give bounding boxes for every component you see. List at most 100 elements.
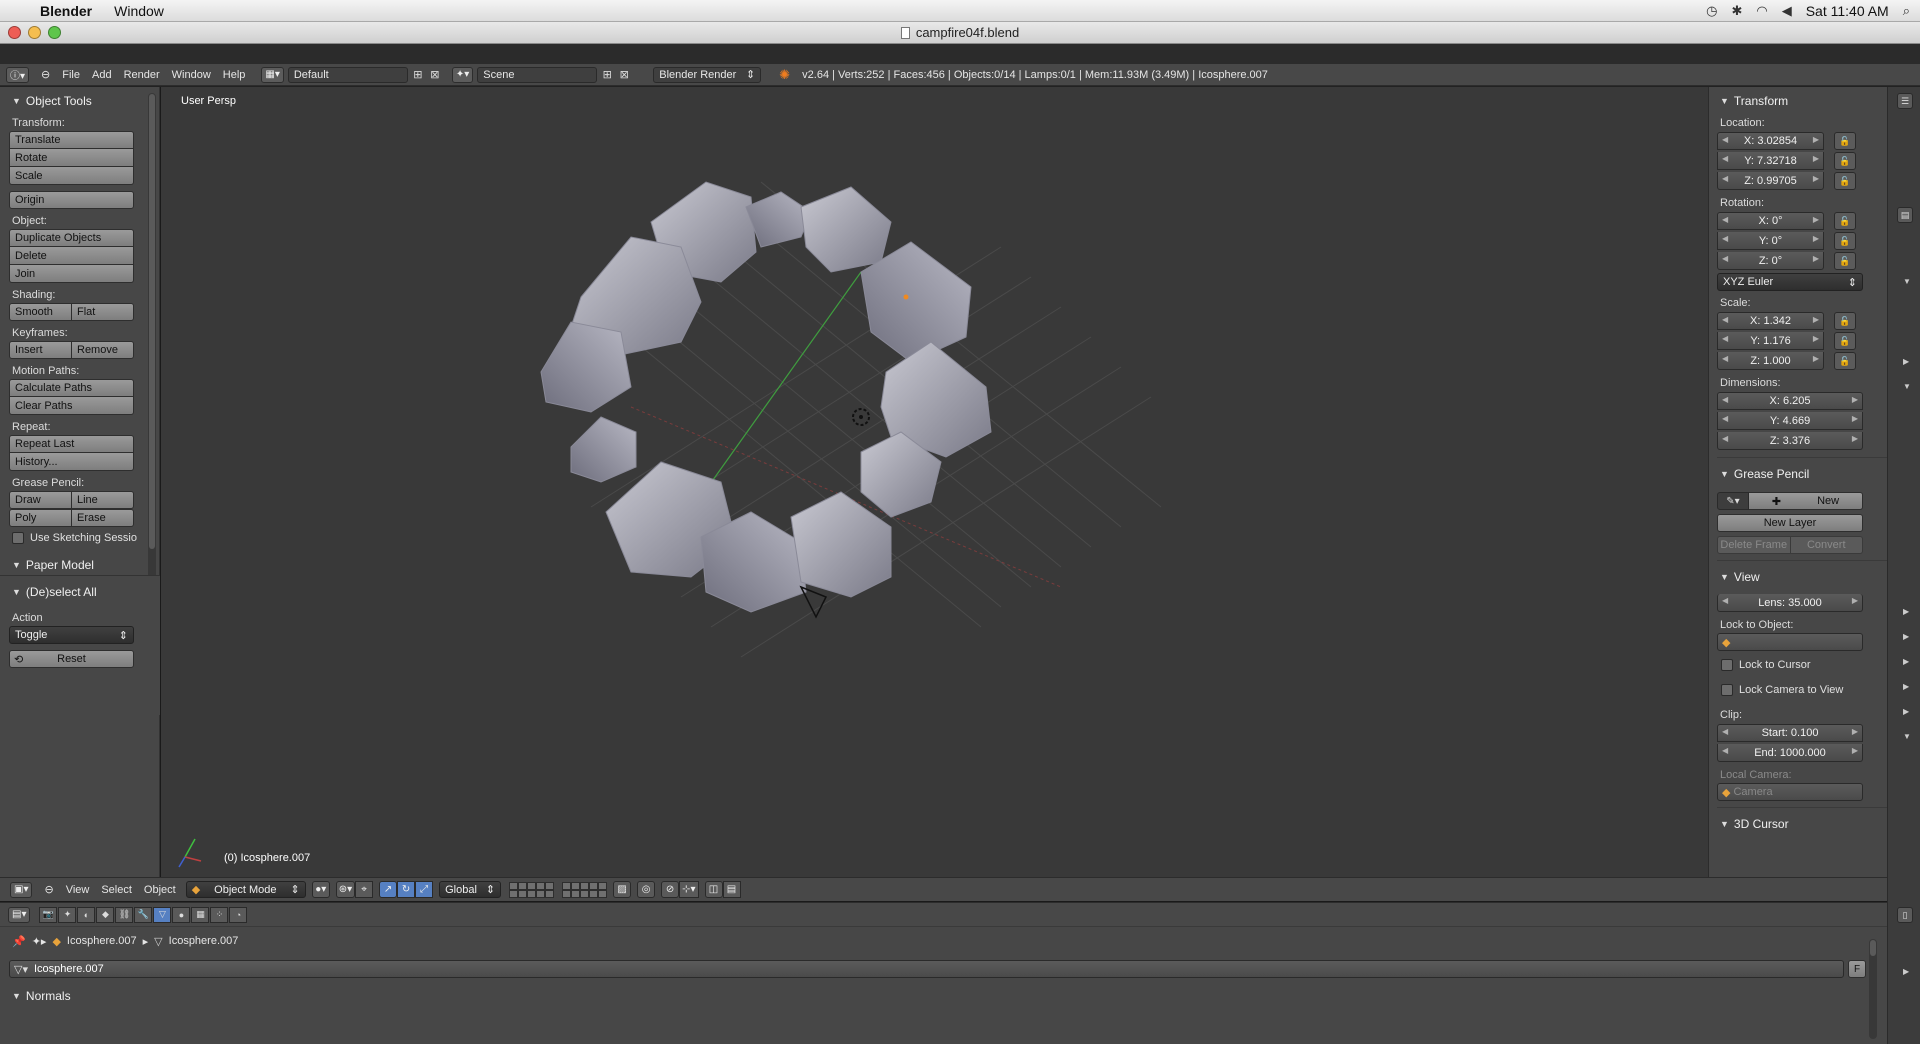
bluetooth-icon[interactable]: ✱ [1731,3,1742,19]
manipulator-scale-icon[interactable]: ⤢ [415,881,434,898]
wifi-icon[interactable]: ◠ [1756,3,1767,19]
tool-shelf-scrollbar[interactable] [148,93,156,633]
menu-select[interactable]: Select [101,884,132,896]
tab-physics-icon[interactable]: ◔ [229,906,248,923]
join-button[interactable]: Join [9,265,134,283]
draw-button[interactable]: Draw [9,491,72,509]
menu-render[interactable]: Render [124,69,160,81]
screen-layout-icon[interactable]: ▦▾ [261,66,284,83]
rotation-x-field[interactable]: ◀ X: 0° ▶ [1717,212,1824,230]
collapse-triangle-icon[interactable]: ▼ [1903,732,1911,741]
opengl-animation-icon[interactable]: ▤ [722,881,741,898]
tab-render-icon[interactable]: 📷 [39,906,58,923]
reset-button[interactable]: ⟲ Reset [9,650,134,668]
collapse-triangle-icon[interactable]: ▼ [1903,277,1911,286]
local-camera-field[interactable]: ◆ Camera [1717,783,1863,801]
location-y-field[interactable]: ◀ Y: 7.32718 ▶ [1717,152,1824,170]
menu-collapse-icon[interactable]: ⊖ [41,68,50,81]
location-x-field[interactable]: ◀ X: 3.02854 ▶ [1717,132,1824,150]
remove-scene-icon[interactable]: ⊠ [617,68,631,82]
calculate-paths-button[interactable]: Calculate Paths [9,379,134,397]
tab-object-icon[interactable]: ◆ [96,906,115,923]
close-window-button[interactable] [8,26,21,39]
rotation-z-field[interactable]: ◀ Z: 0° ▶ [1717,252,1824,270]
object-tools-header[interactable]: ▼ Object Tools [0,91,159,111]
translate-button[interactable]: Translate [9,131,134,149]
3d-cursor-icon[interactable] [852,408,870,426]
tab-modifiers-icon[interactable]: 🔧 [134,906,153,923]
lock-location-y-icon[interactable]: 🔓 [1834,152,1856,170]
menu-file[interactable]: File [62,69,80,81]
tab-scene-icon[interactable]: ✦ [58,906,77,923]
new-layer-button[interactable]: New Layer [1717,514,1863,532]
tab-texture-icon[interactable]: ▦ [191,906,210,923]
proportional-edit-icon[interactable]: ◎ [637,881,656,898]
add-scene-icon[interactable]: ⊞ [600,68,614,82]
editor-type-properties-icon[interactable]: ▤▾ [8,906,31,923]
paper-model-header[interactable]: ▼ Paper Model [0,555,159,575]
erase-button[interactable]: Erase [72,509,134,527]
insert-keyframe-button[interactable]: Insert [9,341,72,359]
tab-particles-icon[interactable]: ⁘ [210,906,229,923]
mesh-name-field[interactable]: ▽▾ Icosphere.007 [9,960,1844,978]
scale-y-field[interactable]: ◀ Y: 1.176 ▶ [1717,332,1824,350]
smooth-button[interactable]: Smooth [9,303,72,321]
screen-layout-field[interactable]: Default [287,66,408,83]
scale-z-field[interactable]: ◀ Z: 1.000 ▶ [1717,352,1824,370]
expand-triangle-icon[interactable]: ▶ [1903,657,1909,666]
snap-element-icon[interactable]: ⊹▾ [679,881,699,898]
transform-orientation-select[interactable]: Global ⇕ [439,881,502,898]
scale-x-field[interactable]: ◀ X: 1.342 ▶ [1717,312,1824,330]
minimize-window-button[interactable] [28,26,41,39]
normals-panel-header[interactable]: ▼ Normals [0,986,1887,1006]
lock-scale-y-icon[interactable]: 🔓 [1834,332,1856,350]
remove-keyframe-button[interactable]: Remove [72,341,134,359]
campfire-rocks[interactable] [540,181,992,613]
dimension-z-field[interactable]: ◀ Z: 3.376 ▶ [1717,432,1863,450]
snap-toggle-icon[interactable]: ⊘ [661,881,680,898]
scene-field[interactable]: Scene [477,66,598,83]
origin-button[interactable]: Origin [9,191,134,209]
rotate-button[interactable]: Rotate [9,149,134,167]
gp-new-button[interactable]: ✚ New [1749,492,1863,510]
panel-icon[interactable]: ▯ [1897,907,1913,923]
lock-rotation-y-icon[interactable]: 🔓 [1834,232,1856,250]
scene-icon[interactable]: ✦▾ [451,66,474,83]
menu-collapse-icon[interactable]: ⊖ [44,883,53,896]
lock-to-cursor-checkbox[interactable]: Lock to Cursor [1709,656,1899,674]
fake-user-button[interactable]: F [1848,960,1866,978]
tab-constraints-icon[interactable]: ⛓ [115,906,134,923]
menu-view[interactable]: View [66,884,90,896]
dimension-x-field[interactable]: ◀ X: 6.205 ▶ [1717,392,1863,410]
lock-location-x-icon[interactable]: 🔓 [1834,132,1856,150]
poly-button[interactable]: Poly [9,509,72,527]
action-select[interactable]: Toggle ⇕ [9,626,134,644]
menu-help[interactable]: Help [223,69,246,81]
window-menu[interactable]: Window [114,3,164,19]
manipulator-rotate-icon[interactable]: ↻ [397,881,416,898]
lock-scale-z-icon[interactable]: 🔓 [1834,352,1856,370]
render-engine-select[interactable]: Blender Render ⇕ [653,66,762,83]
lock-layers-icon[interactable]: ▨ [613,881,632,898]
collapse-triangle-icon[interactable]: ▼ [1903,382,1911,391]
menu-add[interactable]: Add [92,69,112,81]
app-menu[interactable]: Blender [40,3,92,19]
clip-end-field[interactable]: ◀ End: 1000.000 ▶ [1717,744,1863,762]
rotation-mode-select[interactable]: XYZ Euler ⇕ [1717,273,1863,291]
lock-camera-checkbox[interactable]: Lock Camera to View [1709,681,1899,699]
zoom-window-button[interactable] [48,26,61,39]
3d-viewport[interactable]: User Persp (0) Icosphere.007 [161,87,1708,877]
time-machine-icon[interactable]: ◷ [1706,3,1717,19]
manipulator-translate-icon[interactable]: ↗ [379,881,398,898]
lens-field[interactable]: ◀ Lens: 35.000 ▶ [1717,594,1863,612]
viewport-shading-icon[interactable]: ●▾ [311,881,330,898]
properties-editor-icon[interactable]: ▤ [1897,207,1913,223]
line-button[interactable]: Line [72,491,134,509]
lock-object-field[interactable]: ◆ [1717,633,1863,651]
expand-triangle-icon[interactable]: ▶ [1903,632,1909,641]
clear-paths-button[interactable]: Clear Paths [9,397,134,415]
menubar-clock[interactable]: Sat 11:40 AM [1806,3,1889,19]
expand-triangle-icon[interactable]: ▶ [1903,607,1909,616]
location-z-field[interactable]: ◀ Z: 0.99705 ▶ [1717,172,1824,190]
lock-rotation-x-icon[interactable]: 🔓 [1834,212,1856,230]
